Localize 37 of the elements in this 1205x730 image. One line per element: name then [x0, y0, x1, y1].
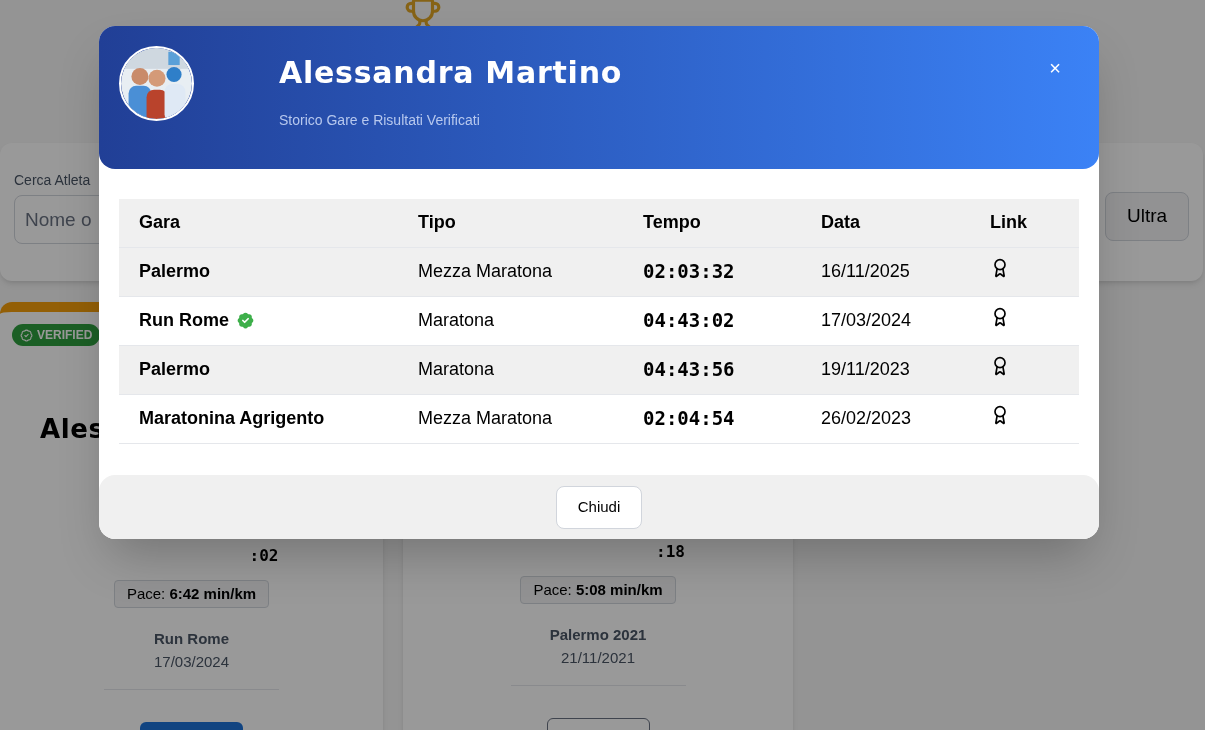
finish-seconds: :02 [249, 547, 279, 564]
column-header: Link [990, 199, 1079, 247]
race-name: Palermo 2021 [549, 625, 647, 646]
close-modal-button[interactable]: Chiudi [556, 485, 642, 529]
table-cell-text: Palermo [139, 358, 211, 381]
modal-subtitle: Storico Gare e Risultati Verificati [279, 110, 481, 130]
table-cell: Mezza Maratona [418, 261, 553, 281]
race-date: 21/11/2021 [561, 647, 635, 668]
table-cell: 17/03/2024 [821, 310, 912, 330]
table-cell: Maratona [418, 359, 495, 379]
filter-button[interactable]: Ultra [1105, 192, 1189, 241]
column-header: Gara [119, 199, 418, 247]
table-cell: 19/11/2023 [821, 359, 910, 379]
table-cell: Maratona [418, 310, 495, 330]
table-cell: 16/11/2025 [821, 261, 910, 281]
column-header: Tipo [418, 199, 643, 247]
verified-badge: VERIFIED [12, 324, 101, 346]
race-name: Run Rome [154, 629, 229, 650]
table-cell: 04:43:56 [643, 358, 735, 381]
table-cell: 02:03:32 [643, 260, 735, 283]
table-cell: 26/02/2023 [821, 408, 912, 428]
search-label: Cerca Atleta [14, 171, 92, 190]
table-cell-text: Run Rome [139, 309, 229, 332]
close-button[interactable]: × [1049, 58, 1061, 78]
column-header: Data [821, 199, 990, 247]
pace-pill: Pace: 5:08 min/km [520, 575, 676, 605]
column-header: Tempo [643, 199, 821, 247]
race-date: 17/03/2024 [153, 651, 230, 672]
table-cell: Mezza Maratona [418, 408, 553, 428]
table-cell: 04:43:02 [643, 309, 735, 332]
table-cell-text: Palermo [139, 260, 211, 283]
table-cell-text: Maratonina Agrigento [139, 407, 325, 430]
table-cell: 02:04:54 [643, 407, 735, 430]
finish-seconds: :18 [656, 543, 685, 560]
check-badge-icon [20, 328, 33, 342]
pace-pill: Pace: 6:42 min/km [113, 579, 270, 609]
athlete-name: Alessandra Martino [279, 54, 623, 92]
